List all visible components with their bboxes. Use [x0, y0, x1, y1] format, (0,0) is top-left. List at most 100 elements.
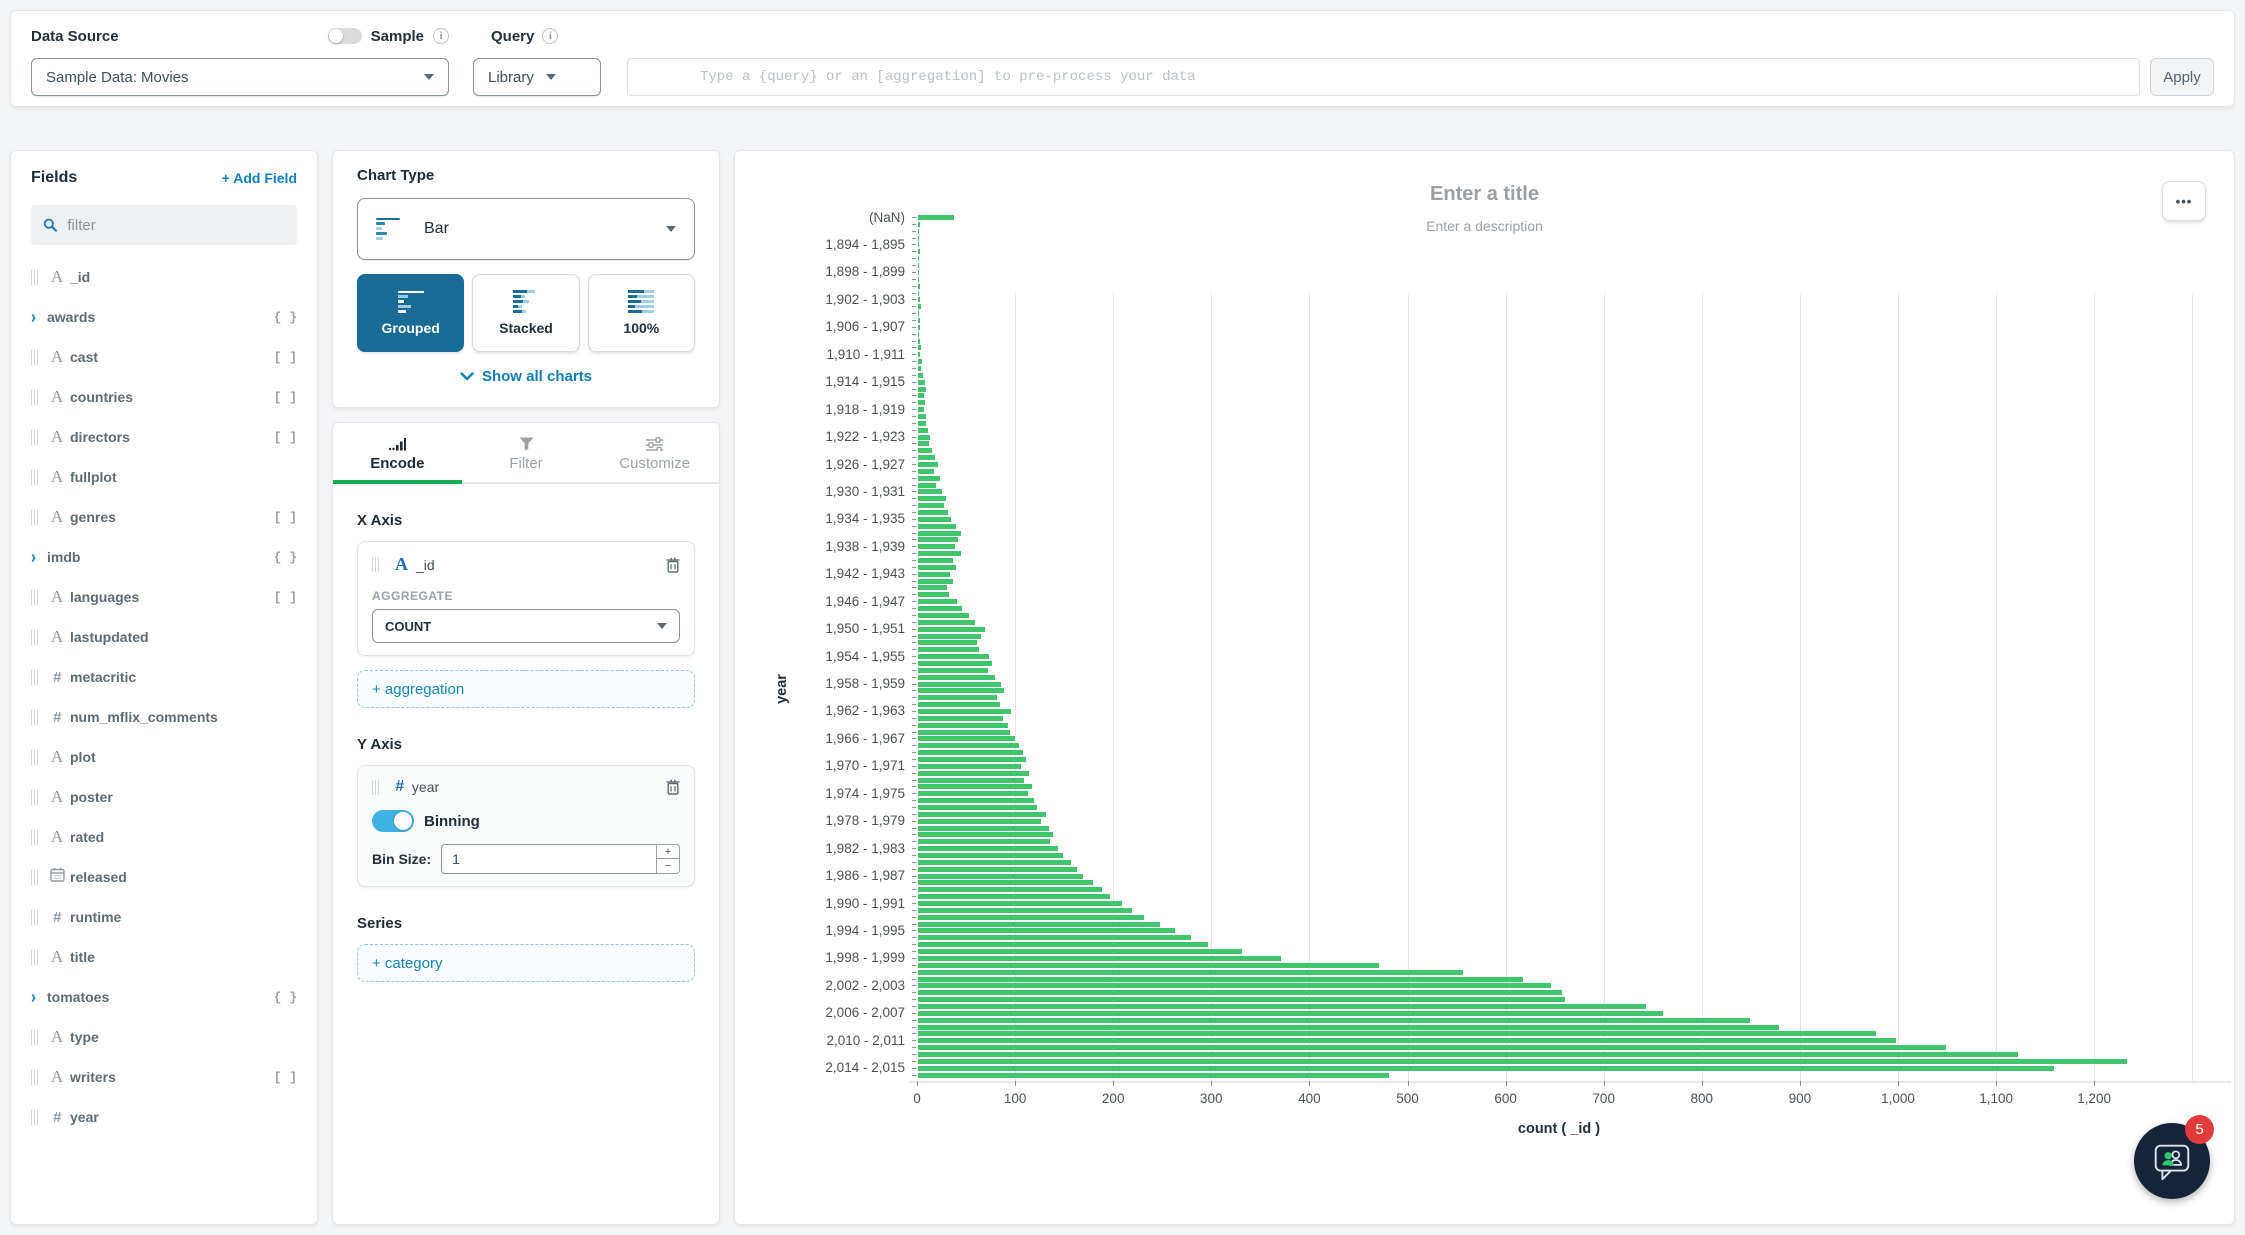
field-row-rated[interactable]: Arated: [31, 817, 297, 857]
chart-type-select[interactable]: Bar: [357, 198, 695, 260]
bar-1929: [918, 483, 936, 488]
drag-handle-icon[interactable]: [31, 510, 38, 525]
sample-info-icon[interactable]: i: [433, 28, 449, 44]
y-tick: [912, 649, 916, 650]
trash-icon[interactable]: [666, 779, 680, 795]
field-row-genres[interactable]: Agenres[ ]: [31, 497, 297, 537]
sample-toggle[interactable]: [328, 28, 362, 44]
field-row-fullplot[interactable]: Afullplot: [31, 457, 297, 497]
y-tick: [912, 622, 916, 623]
drag-handle-icon[interactable]: [31, 710, 38, 725]
field-row-lastupdated[interactable]: Alastupdated: [31, 617, 297, 657]
field-row-plot[interactable]: Aplot: [31, 737, 297, 777]
drag-handle-icon[interactable]: [31, 1110, 38, 1125]
field-row-_id[interactable]: A_id: [31, 257, 297, 297]
field-row-imdb[interactable]: ›imdb{ }: [31, 537, 297, 577]
drag-handle-icon[interactable]: [31, 790, 38, 805]
variant-stacked-button[interactable]: Stacked: [472, 274, 579, 352]
drag-handle-icon[interactable]: [31, 430, 38, 445]
x-tick: [917, 1081, 918, 1086]
bar-1924: [918, 448, 932, 453]
tab-filter[interactable]: Filter: [462, 437, 591, 482]
tab-encode[interactable]: Encode: [333, 437, 462, 482]
field-type-badge: { }: [274, 310, 297, 325]
chevron-down-icon: [460, 372, 474, 381]
y-tick: [912, 972, 916, 973]
drag-handle-icon[interactable]: [31, 270, 38, 285]
field-filter-box[interactable]: [31, 205, 297, 245]
apply-button[interactable]: Apply: [2150, 58, 2214, 96]
y-axis-title: year: [774, 674, 790, 704]
query-info-icon[interactable]: i: [542, 28, 558, 44]
field-row-writers[interactable]: Awriters[ ]: [31, 1057, 297, 1097]
chat-button[interactable]: 5: [2134, 1123, 2210, 1199]
trash-icon[interactable]: [666, 557, 680, 573]
field-row-released[interactable]: released: [31, 857, 297, 897]
field-row-poster[interactable]: Aposter: [31, 777, 297, 817]
y-tick: [912, 1006, 916, 1007]
show-all-charts-link[interactable]: Show all charts: [357, 368, 695, 385]
y-tick: [912, 704, 916, 705]
field-row-metacritic[interactable]: #metacritic: [31, 657, 297, 697]
aggregate-select[interactable]: COUNT: [372, 609, 680, 643]
drag-handle-icon[interactable]: [31, 1030, 38, 1045]
drag-handle-icon[interactable]: [31, 390, 38, 405]
bar-1999: [918, 963, 1379, 968]
drag-handle-icon[interactable]: [31, 910, 38, 925]
drag-handle-icon[interactable]: [372, 780, 379, 795]
add-category-button[interactable]: + category: [357, 944, 695, 982]
field-row-type[interactable]: Atype: [31, 1017, 297, 1057]
drag-handle-icon[interactable]: [31, 350, 38, 365]
field-filter-input[interactable]: [67, 217, 285, 234]
bin-size-decrement-button[interactable]: −: [656, 859, 680, 874]
query-input[interactable]: [627, 58, 2140, 96]
field-row-num_mflix_comments[interactable]: #num_mflix_comments: [31, 697, 297, 737]
drag-handle-icon[interactable]: [372, 557, 379, 572]
chevron-right-icon[interactable]: ›: [31, 987, 36, 1007]
bar-1897: [918, 263, 919, 268]
drag-handle-icon[interactable]: [31, 590, 38, 605]
tab-customize[interactable]: Customize: [590, 437, 719, 482]
variant-grouped-button[interactable]: Grouped: [357, 274, 464, 352]
y-tick: [912, 293, 916, 294]
field-row-countries[interactable]: Acountries[ ]: [31, 377, 297, 417]
add-field-button[interactable]: + Add Field: [222, 170, 297, 186]
string-type-icon: A: [46, 347, 68, 367]
drag-handle-icon[interactable]: [31, 630, 38, 645]
variant-100pct-button[interactable]: 100%: [588, 274, 695, 352]
data-source-select[interactable]: Sample Data: Movies: [31, 58, 449, 96]
bin-size-input[interactable]: [441, 844, 656, 874]
y-tick: [912, 505, 916, 506]
drag-handle-icon[interactable]: [31, 470, 38, 485]
add-aggregation-button[interactable]: + aggregation: [357, 670, 695, 708]
library-select[interactable]: Library: [473, 58, 601, 96]
bar-1895: [918, 249, 920, 254]
field-row-cast[interactable]: Acast[ ]: [31, 337, 297, 377]
bin-size-increment-button[interactable]: +: [656, 844, 680, 859]
y-tick: [912, 279, 916, 280]
bar-1963: [918, 716, 1003, 721]
drag-handle-icon[interactable]: [31, 830, 38, 845]
drag-handle-icon[interactable]: [31, 1070, 38, 1085]
x-tick-label: 0: [882, 1091, 952, 1106]
field-row-year[interactable]: #year: [31, 1097, 297, 1137]
drag-handle-icon[interactable]: [31, 670, 38, 685]
chevron-right-icon[interactable]: ›: [31, 307, 36, 327]
bar-1917: [918, 400, 925, 405]
field-row-languages[interactable]: Alanguages[ ]: [31, 577, 297, 617]
drag-handle-icon[interactable]: [31, 870, 38, 885]
field-row-directors[interactable]: Adirectors[ ]: [31, 417, 297, 457]
field-row-awards[interactable]: ›awards{ }: [31, 297, 297, 337]
field-name: poster: [70, 789, 113, 805]
chart-title-placeholder[interactable]: Enter a title: [735, 183, 2234, 206]
drag-handle-icon[interactable]: [31, 950, 38, 965]
field-row-title[interactable]: Atitle: [31, 937, 297, 977]
field-row-runtime[interactable]: #runtime: [31, 897, 297, 937]
y-tick: [912, 485, 916, 486]
y-tick: [912, 368, 916, 369]
drag-handle-icon[interactable]: [31, 750, 38, 765]
x-tick-label: 700: [1569, 1091, 1639, 1106]
field-row-tomatoes[interactable]: ›tomatoes{ }: [31, 977, 297, 1017]
binning-toggle[interactable]: [372, 810, 414, 832]
chevron-right-icon[interactable]: ›: [31, 547, 36, 567]
